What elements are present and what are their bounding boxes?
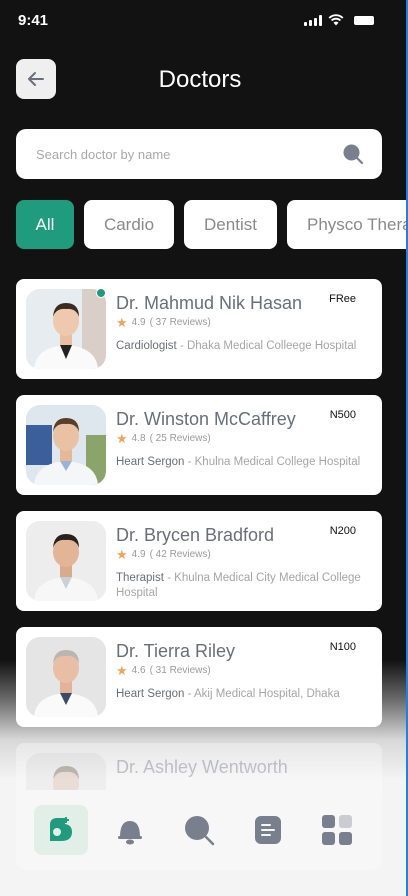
- doctor-avatar: [26, 637, 106, 717]
- doctor-logo-icon: [49, 817, 72, 841]
- status-bar: 9:41: [0, 0, 406, 40]
- doctor-role: Therapist: [116, 572, 164, 584]
- doctor-name: Dr. Brycen Bradford: [116, 525, 275, 545]
- doctor-card[interactable]: Dr. Tierra Riley N100 ★ 4.6 ( 31 Reviews…: [16, 627, 382, 727]
- doctor-rating: ★ 4.9 ( 37 Reviews): [116, 316, 211, 329]
- search-bar[interactable]: [16, 129, 382, 179]
- doctor-description: Therapist - Khulna Medical City Medical …: [116, 572, 361, 599]
- chip-cardio[interactable]: Cardio: [84, 200, 174, 249]
- category-chips: All Cardio Dentist Physco Therapist: [16, 200, 406, 249]
- review-count: ( 37 Reviews): [149, 317, 211, 328]
- doctor-fee: FRee: [329, 293, 356, 305]
- battery-icon: [354, 15, 374, 25]
- doctor-card[interactable]: Dr. Brycen Bradford N200 ★ 4.9 ( 42 Revi…: [16, 511, 382, 611]
- review-count: ( 25 Reviews): [149, 433, 211, 444]
- doctor-rating: ★ 4.9 ( 42 Reviews): [116, 548, 211, 561]
- status-time: 9:41: [18, 12, 49, 29]
- chip-physco-therapist[interactable]: Physco Therapist: [287, 200, 406, 249]
- doctor-hospital: Akij Medical Hospital, Dhaka: [194, 688, 340, 700]
- doctor-avatar: [26, 289, 106, 369]
- doctor-rating: ★ 4.8 ( 25 Reviews): [116, 432, 211, 445]
- doctor-fee: N500: [329, 409, 356, 421]
- doctor-rating: ★ 4.6 ( 31 Reviews): [116, 664, 211, 677]
- signal-icon: [304, 14, 322, 26]
- doctor-avatar: [26, 521, 106, 601]
- doctor-fee: N200: [329, 525, 356, 537]
- doctor-hospital: Khulna Medical College Hospital: [194, 456, 361, 468]
- doctor-description: Heart Sergon - Khulna Medical College Ho…: [116, 456, 361, 468]
- doctor-fee: N100: [329, 641, 356, 653]
- nav-menu[interactable]: [310, 805, 364, 855]
- nav-search[interactable]: [172, 805, 226, 855]
- review-count: ( 42 Reviews): [149, 549, 211, 560]
- bottom-navigation: [16, 790, 382, 870]
- wifi-icon: [328, 14, 344, 26]
- rating-value: 4.9: [131, 317, 146, 328]
- page-title: Doctors: [158, 66, 242, 93]
- online-status-dot: [96, 288, 106, 298]
- star-icon: ★: [116, 315, 128, 330]
- search-icon[interactable]: [342, 143, 364, 165]
- search-input[interactable]: [16, 129, 326, 179]
- doctor-hospital: Dhaka Medical Colleege Hospital: [186, 340, 357, 352]
- star-icon: ★: [116, 547, 128, 562]
- doctor-name: Dr. Ashley Wentworth: [116, 757, 288, 777]
- rating-value: 4.8: [131, 433, 146, 444]
- star-icon: ★: [116, 431, 128, 446]
- doctor-card[interactable]: Dr. Winston McCaffrey N500 ★ 4.8 ( 25 Re…: [16, 395, 382, 495]
- star-icon: ★: [116, 663, 128, 678]
- rating-value: 4.6: [131, 665, 146, 676]
- search-icon: [184, 816, 215, 846]
- nav-notifications[interactable]: [103, 805, 157, 855]
- doctor-avatar: [26, 405, 106, 485]
- document-icon: [255, 816, 282, 844]
- doctor-role: Heart Sergon: [116, 688, 185, 700]
- doctor-card[interactable]: Dr. Mahmud Nik Hasan FRee ★ 4.9 ( 37 Rev…: [16, 279, 382, 379]
- doctor-role: Heart Sergon: [116, 456, 185, 468]
- doctor-name: Dr. Tierra Riley: [116, 641, 236, 661]
- status-icons: [304, 14, 374, 26]
- nav-records[interactable]: [241, 805, 295, 855]
- nav-home[interactable]: [33, 805, 88, 855]
- doctor-description: Heart Sergon - Akij Medical Hospital, Dh…: [116, 688, 340, 700]
- doctor-description: Cardiologist - Dhaka Medical Colleege Ho…: [116, 340, 357, 352]
- rating-value: 4.9: [131, 549, 146, 560]
- doctor-name: Dr. Winston McCaffrey: [116, 409, 296, 429]
- grid-icon: [322, 815, 353, 845]
- review-count: ( 31 Reviews): [149, 665, 211, 676]
- chip-dentist[interactable]: Dentist: [184, 200, 277, 249]
- bell-icon: [117, 821, 142, 845]
- doctor-name: Dr. Mahmud Nik Hasan: [116, 293, 303, 313]
- doctor-role: Cardiologist: [116, 340, 177, 352]
- doctors-screen: 9:41 Doctors All Cardio Denti: [0, 0, 408, 896]
- chip-all[interactable]: All: [16, 200, 74, 249]
